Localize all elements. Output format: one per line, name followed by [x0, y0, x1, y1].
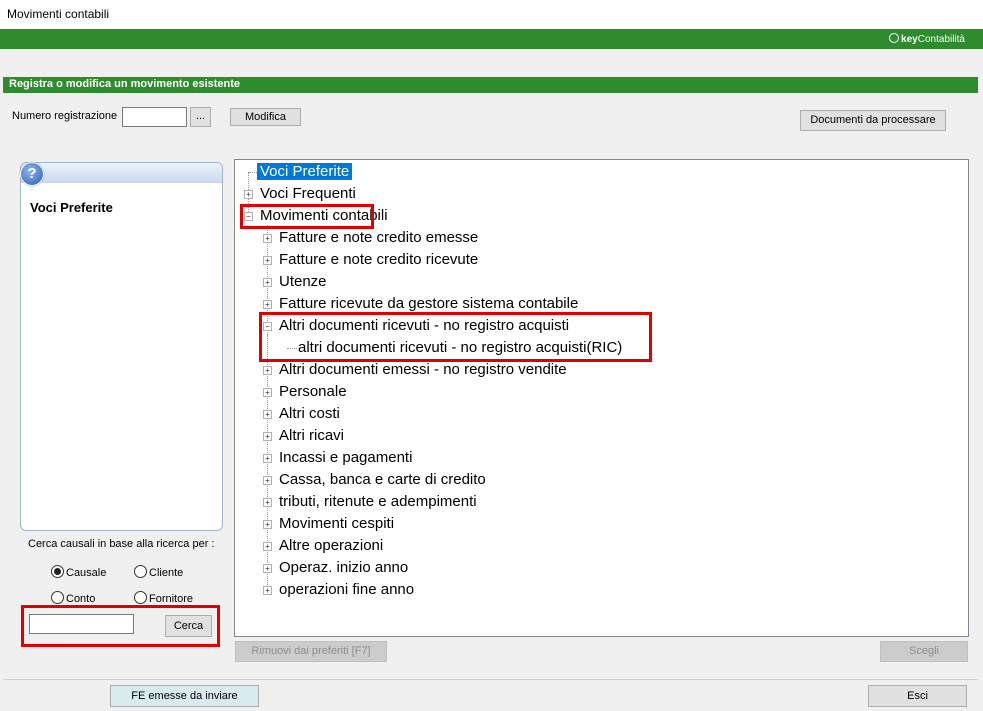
altri-documenti-highlight — [259, 312, 652, 362]
browse-button[interactable]: ... — [190, 107, 211, 127]
radio-cliente[interactable]: Cliente — [134, 565, 183, 579]
tree-item[interactable]: Altre operazioni — [279, 536, 383, 556]
expand-icon[interactable]: + — [263, 564, 272, 573]
registration-label: Numero registrazione — [12, 110, 118, 122]
exit-button[interactable]: Esci — [868, 685, 967, 707]
expand-icon[interactable]: + — [263, 278, 272, 287]
tree-item[interactable]: Personale — [279, 382, 347, 402]
tree-item[interactable]: tributi, ritenute e adempimenti — [279, 492, 477, 512]
registration-number-input[interactable] — [122, 107, 187, 127]
expand-icon[interactable]: + — [244, 190, 253, 199]
tree-item[interactable]: Altri documenti emessi - no registro ven… — [279, 360, 567, 380]
search-input[interactable] — [29, 614, 134, 634]
tree-item[interactable]: Voci Frequenti — [260, 184, 356, 204]
favorites-title: Voci Preferite — [30, 200, 113, 215]
expand-icon[interactable]: + — [263, 300, 272, 309]
modify-button[interactable]: Modifica — [230, 108, 301, 126]
expand-icon[interactable]: + — [263, 366, 272, 375]
window-title: Movimenti contabili — [7, 7, 110, 21]
tree-item[interactable]: Utenze — [279, 272, 327, 292]
expand-icon[interactable]: + — [263, 388, 272, 397]
tree-item[interactable]: Fatture e note credito ricevute — [279, 250, 478, 270]
tree-item[interactable]: operazioni fine anno — [279, 580, 414, 600]
radio-unchecked-icon — [51, 591, 64, 604]
tree-item[interactable]: Altri costi — [279, 404, 340, 424]
tree-item[interactable]: Altri ricavi — [279, 426, 344, 446]
search-button[interactable]: Cerca — [165, 615, 212, 637]
tree-item[interactable]: Cassa, banca e carte di credito — [279, 470, 486, 490]
expand-icon[interactable]: + — [263, 454, 272, 463]
radio-conto[interactable]: Conto — [51, 591, 95, 605]
choose-button[interactable]: Scegli — [880, 641, 968, 662]
panel-header: Registra o modifica un movimento esisten… — [3, 77, 978, 93]
key-logo-icon — [889, 33, 900, 43]
expand-icon[interactable]: + — [263, 498, 272, 507]
expand-icon[interactable]: + — [263, 234, 272, 243]
radio-causale[interactable]: Causale — [51, 565, 106, 579]
expand-icon[interactable]: + — [263, 410, 272, 419]
tree-item[interactable]: Fatture ricevute da gestore sistema cont… — [279, 294, 578, 314]
brand-bar: keyContabilità — [0, 29, 983, 49]
expand-icon[interactable]: + — [263, 256, 272, 265]
tree-item[interactable]: Voci Preferite — [257, 162, 353, 182]
remove-favorites-button[interactable]: Rimuovi dai preferiti [F7] — [235, 641, 387, 662]
search-prompt: Cerca causali in base alla ricerca per : — [28, 538, 215, 550]
radio-unchecked-icon — [134, 591, 147, 604]
radio-checked-icon — [51, 565, 64, 578]
documents-to-process-button[interactable]: Documenti da processare — [800, 110, 946, 131]
expand-icon[interactable]: + — [263, 432, 272, 441]
window-titlebar: Movimenti contabili — [0, 0, 983, 29]
favorites-info-box: ? Voci Preferite — [20, 162, 223, 531]
expand-icon[interactable]: + — [263, 586, 272, 595]
radio-unchecked-icon — [134, 565, 147, 578]
info-box-header — [21, 163, 222, 183]
tree-item[interactable]: Incassi e pagamenti — [279, 448, 412, 468]
radio-fornitore[interactable]: Fornitore — [134, 591, 193, 605]
expand-icon[interactable]: + — [263, 520, 272, 529]
causali-tree[interactable]: Voci Preferite + Voci Frequenti − Movime… — [234, 159, 969, 637]
tree-item[interactable]: Fatture e note credito emesse — [279, 228, 478, 248]
expand-icon[interactable]: + — [263, 476, 272, 485]
brand-logo: keyContabilità — [889, 33, 965, 45]
tree-item[interactable]: Operaz. inizio anno — [279, 558, 408, 578]
fe-to-send-button[interactable]: FE emesse da inviare — [110, 685, 259, 707]
help-icon[interactable]: ? — [20, 162, 44, 186]
tree-item[interactable]: Movimenti cespiti — [279, 514, 394, 534]
expand-icon[interactable]: + — [263, 542, 272, 551]
movimenti-highlight — [240, 204, 374, 229]
